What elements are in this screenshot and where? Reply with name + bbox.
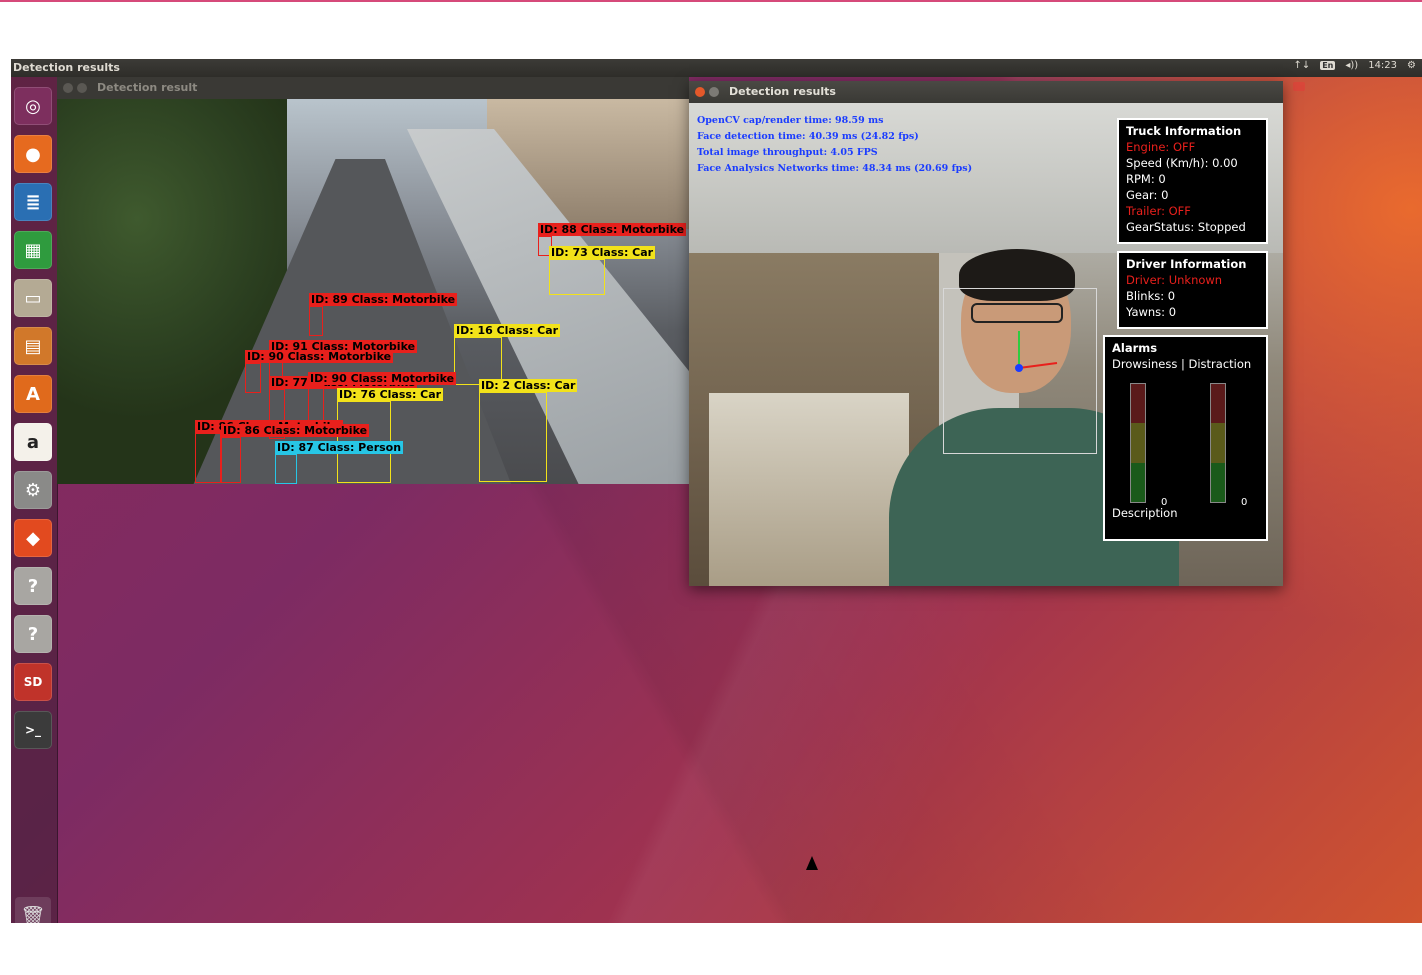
stat-line: OpenCV cap/render time: 98.59 ms [697,115,884,126]
detection-box: ID: 90 Class: Motorbike [308,372,457,425]
detection-box: ID: 87 Class: Person [275,441,404,484]
system-settings-icon[interactable]: ⚙ [14,471,52,509]
trash-icon[interactable]: 🗑 [15,897,51,923]
active-window-title: Detection results [13,61,120,74]
detection-label: ID: 73 Class: Car [549,246,656,259]
top-panel: Detection results ↑↓ En ◂)) 14:23 ⚙ [11,59,1422,91]
launcher: 🗑 ◎ ● ≣ ▦ ▭ ▤ Aa ⚙ ◆?? SD >_ [11,77,58,923]
meter-segment-high [1211,384,1225,424]
engine-status: Engine: OFF [1126,140,1196,154]
pose-axis-x [1018,362,1058,369]
stat-line: Face detection time: 40.39 ms (24.82 fps… [697,131,919,142]
dash-icon[interactable]: ◎ [14,87,52,125]
performance-stats: OpenCV cap/render time: 98.59 ms Face de… [697,113,972,177]
writer-icon[interactable]: ≣ [14,183,52,221]
truck-information-panel: Truck Information Engine: OFF Speed (Km/… [1117,118,1268,244]
camera-indicator-icon[interactable] [1293,82,1306,91]
distraction-value: 0 [1241,497,1248,508]
distraction-meter [1210,383,1226,503]
detection-box: ID: 90 Class: Motorbike [245,350,394,393]
gear-value: Gear: 0 [1126,188,1169,202]
detection-label: ID: 76 Class: Car [337,388,444,401]
rpm-value: RPM: 0 [1126,172,1166,186]
driver-camera-frame: OpenCV cap/render time: 98.59 ms Face de… [689,103,1283,586]
alarm-description: Description [1112,506,1178,520]
sd-card-icon[interactable]: SD [14,663,52,701]
volume-icon[interactable]: ◂)) [1345,60,1358,71]
meter-segment-mid [1131,423,1145,463]
traffic-window-titlebar[interactable]: Detection result [57,77,689,99]
drowsiness-meter [1130,383,1146,503]
detection-box: ID: 86 Class: Motorbike [195,420,344,483]
head-pose-axes [1015,331,1058,372]
keyboard-layout-indicator[interactable]: En [1320,61,1336,70]
stat-line: Total image throughput: 4.05 FPS [697,147,878,158]
pose-axis-z [1015,364,1023,372]
stat-line: Face Analysics Networks time: 48.34 ms (… [697,163,973,174]
meter-segment-mid [1211,423,1225,463]
detection-label: ID: 89 Class: Motorbike [309,293,458,306]
meter-segment-low [1211,462,1225,502]
alarms-heading: Alarms [1112,341,1158,355]
detection-label: ID: 90 Class: Motorbike [245,350,394,363]
settings-gear-icon[interactable]: ⚙ [1407,60,1416,71]
detection-label: ID: 87 Class: Person [275,441,404,454]
detection-label: ID: 16 Class: Car [454,324,561,337]
impress-icon[interactable]: ▤ [14,327,52,365]
files-icon[interactable]: ▭ [14,279,52,317]
close-button[interactable] [63,83,73,93]
calc-icon[interactable]: ▦ [14,231,52,269]
unknown-app-icon-2[interactable]: ? [14,615,52,653]
driver-window-titlebar[interactable]: Detection results [689,81,1283,103]
software-center-icon[interactable]: A [14,375,52,413]
firefox-icon[interactable]: ● [14,135,52,173]
meter-segment-high [1131,384,1145,424]
traffic-detection-window[interactable]: Detection result ID: 88 Class: Motorbike… [57,77,689,484]
detection-label: ID: 90 Class: Motorbike [308,372,457,385]
alarms-columns: Drowsiness | Distraction [1112,357,1252,371]
clock[interactable]: 14:23 [1368,60,1397,71]
driver-information-panel: Driver Information Driver: Unknown Blink… [1117,251,1268,329]
ubuntu-desktop: Detection results ↑↓ En ◂)) 14:23 ⚙ 🗑 ◎ ●… [11,59,1422,923]
detection-box: ID: 73 Class: Car [549,246,656,295]
detection-label: ID: 88 Class: Motorbike [538,223,687,236]
detection-label: ID: 2 Class: Car [479,379,578,392]
driver-detection-window[interactable]: Detection results OpenCV cap/render time… [689,81,1283,586]
driver-info-heading: Driver Information [1126,257,1247,271]
outer-frame [0,0,1422,4]
unknown-app-icon[interactable]: ? [14,567,52,605]
detection-label: ID: 86 Class: Motorbike [221,424,370,437]
speed-value: Speed (Km/h): 0.00 [1126,156,1238,170]
gear-status: GearStatus: Stopped [1126,220,1246,234]
network-icon[interactable]: ↑↓ [1293,60,1310,71]
yawns-count: Yawns: 0 [1126,305,1177,319]
alarms-panel: Alarms Drowsiness | Distraction 0 0 Desc… [1103,335,1268,541]
close-button[interactable] [695,87,705,97]
system-tray: ↑↓ En ◂)) 14:23 ⚙ [1293,60,1416,91]
detection-box: ID: 2 Class: Car [479,379,578,482]
git-icon[interactable]: ◆ [14,519,52,557]
driver-identity: Driver: Unknown [1126,273,1223,287]
cardboard-boxes [709,393,909,586]
traffic-video-frame: ID: 88 Class: Motorbike ID: 73 Class: Ca… [57,99,689,484]
trailer-status: Trailer: OFF [1126,204,1191,218]
mouse-cursor-icon [806,856,818,870]
detection-box: ID: 16 Class: Car [454,324,561,385]
detection-box: ID: 89 Class: Motorbike [309,293,458,336]
minimize-button[interactable] [77,83,87,93]
driver-window-title: Detection results [729,85,836,98]
minimize-button[interactable] [709,87,719,97]
detection-box: ID: 86 Class: Motorbike [221,424,370,483]
blinks-count: Blinks: 0 [1126,289,1176,303]
traffic-window-title: Detection result [97,81,198,94]
amazon-icon[interactable]: a [14,423,52,461]
meter-segment-low [1131,462,1145,502]
truck-info-heading: Truck Information [1126,124,1242,138]
terminal-icon[interactable]: >_ [14,711,52,749]
